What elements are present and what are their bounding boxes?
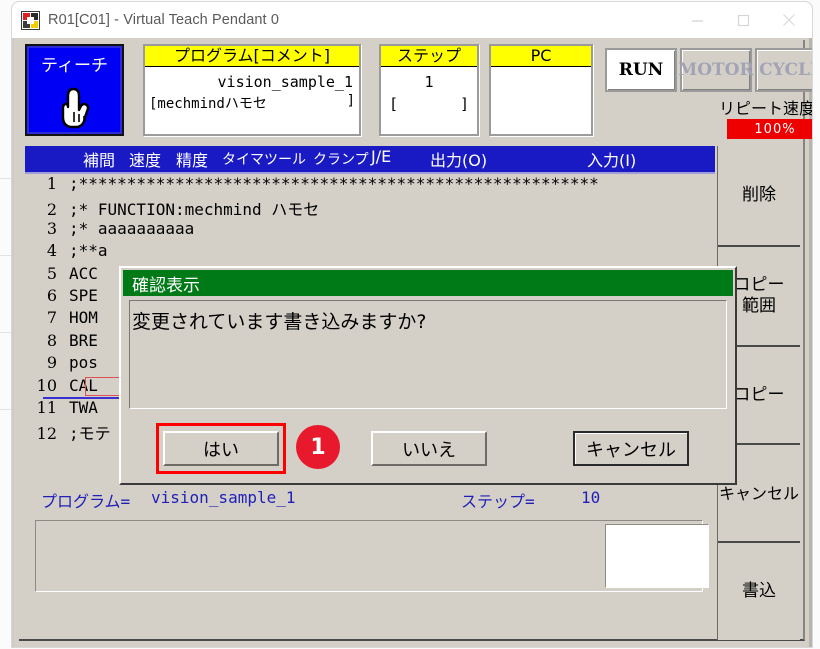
program-comment-close: ] [346,93,355,109]
code-line: 4 ;**a [25,241,715,263]
window-controls [674,2,812,38]
line-number: 6 [46,285,57,305]
confirmation-dialog: 確認表示 変更されています書き込みますか? はい いいえ キャンセル 1 [119,266,737,485]
motor-indicator[interactable]: MOTOR [678,48,754,92]
line-number: 2 [46,200,57,220]
robot-app-icon [21,10,40,30]
step-bracket-close: ] [459,95,469,113]
code-line: 3 ;* aaaaaaaaaa [25,219,715,241]
step-panel-header: ステップ [381,46,477,67]
maximize-icon[interactable] [720,2,766,38]
step-bracket-open: [ [389,95,399,113]
status-message-area [35,520,703,592]
footer-program-value: vision_sample_1 [151,488,296,507]
menu-item-seido[interactable]: 精度 [176,147,208,171]
line-number: 10 [36,375,57,395]
close-icon[interactable] [766,2,812,38]
line-text: ;***************************************… [69,174,599,193]
menu-item-sokudo[interactable]: 速度 [129,147,161,171]
line-number: 11 [36,397,57,417]
line-number: 1 [46,174,57,193]
pointing-hand-icon [61,87,89,129]
line-number: 8 [46,330,57,350]
sidebar-button-write[interactable]: 書込 [718,542,800,640]
footer-step-value: 10 [581,488,601,507]
line-text: pos [69,353,98,373]
menu-item-input[interactable]: 入力(I) [587,147,636,171]
line-text: HOM [69,308,98,328]
menu-item-timer[interactable]: タイマ [222,149,264,169]
pc-panel[interactable]: PC [489,44,593,136]
line-text: TWA [69,397,98,417]
step-panel[interactable]: ステップ 1 [ ] [379,44,479,136]
line-number: 5 [46,263,57,283]
line-number: 4 [46,241,57,261]
line-text: ACC [69,263,98,283]
line-number: 7 [46,308,57,328]
line-text: ;モテ [69,424,111,442]
dialog-message-box: 変更されています書き込みますか? [129,300,727,409]
line-text: SPE [69,285,98,305]
step-panel-value: 1 [424,73,434,91]
line-text: ;**a [69,241,108,261]
dialog-title: 確認表示 [123,270,733,296]
program-panel-header: プログラム[コメント] [145,46,359,67]
window-title: R01[C01] - Virtual Teach Pendant 0 [48,12,279,28]
program-comment-value: [mechmindハモセ [149,96,267,112]
menu-item-output[interactable]: 出力(O) [430,147,487,171]
minimize-icon[interactable] [674,2,720,38]
dialog-cancel-button[interactable]: キャンセル [573,431,689,466]
code-line: 2 ;* FUNCTION:mechmind ハモセ [25,196,715,220]
program-name-value: vision_sample_1 [217,73,353,91]
window-titlebar: R01[C01] - Virtual Teach Pendant 0 [12,2,812,39]
window-client-area: ティーチ プログラム[コメント] vision_sample_1 [mechmi… [12,38,812,647]
annotation-highlight-box [156,423,286,474]
input-value-box[interactable] [605,524,709,588]
line-number: 9 [46,353,57,373]
menu-item-tool[interactable]: ツール [264,149,306,169]
editor-menubar: 補間 速度 精度 タイマ ツール クランプ J/E 出力(O) 入力(I) [25,146,715,174]
menu-item-hokan[interactable]: 補間 [83,147,115,171]
pc-panel-header: PC [491,46,591,67]
cycle-indicator[interactable]: CYCLE [755,48,812,92]
line-number: 3 [46,218,57,238]
code-line: 1 ;**************************************… [25,174,715,196]
line-text: ;* FUNCTION:mechmind ハモセ [69,200,320,220]
teach-pendant-window: R01[C01] - Virtual Teach Pendant 0 ティーチ [12,2,812,647]
status-header: ティーチ プログラム[コメント] vision_sample_1 [mechmi… [19,40,812,139]
sidebar-button-copy-range-label: コピー範囲 [733,275,785,316]
run-indicator[interactable]: RUN [605,48,677,92]
teach-mode-label: ティーチ [41,56,108,76]
teach-mode-button[interactable]: ティーチ [25,44,124,136]
annotation-step-badge: 1 [296,425,340,469]
line-text: ;* aaaaaaaaaa [69,218,195,238]
line-number: 12 [36,424,57,442]
footer-program-label: プログラム= [41,492,131,511]
line-text: BRE [69,330,98,350]
footer-step-label: ステップ= [461,492,535,511]
pendant-panel: ティーチ プログラム[コメント] vision_sample_1 [mechmi… [19,40,812,641]
menu-item-je[interactable]: J/E [371,147,391,166]
menu-item-clamp[interactable]: クランプ [313,149,369,169]
program-comment-panel[interactable]: プログラム[コメント] vision_sample_1 [mechmindハモセ… [143,44,361,136]
repeat-speed-value: 100% [727,119,812,139]
repeat-speed-label: リピート速度 [719,99,812,118]
dialog-no-button[interactable]: いいえ [371,431,487,466]
sidebar-button-delete[interactable]: 削除 [718,146,800,246]
dialog-message: 変更されています書き込みますか? [132,311,427,333]
